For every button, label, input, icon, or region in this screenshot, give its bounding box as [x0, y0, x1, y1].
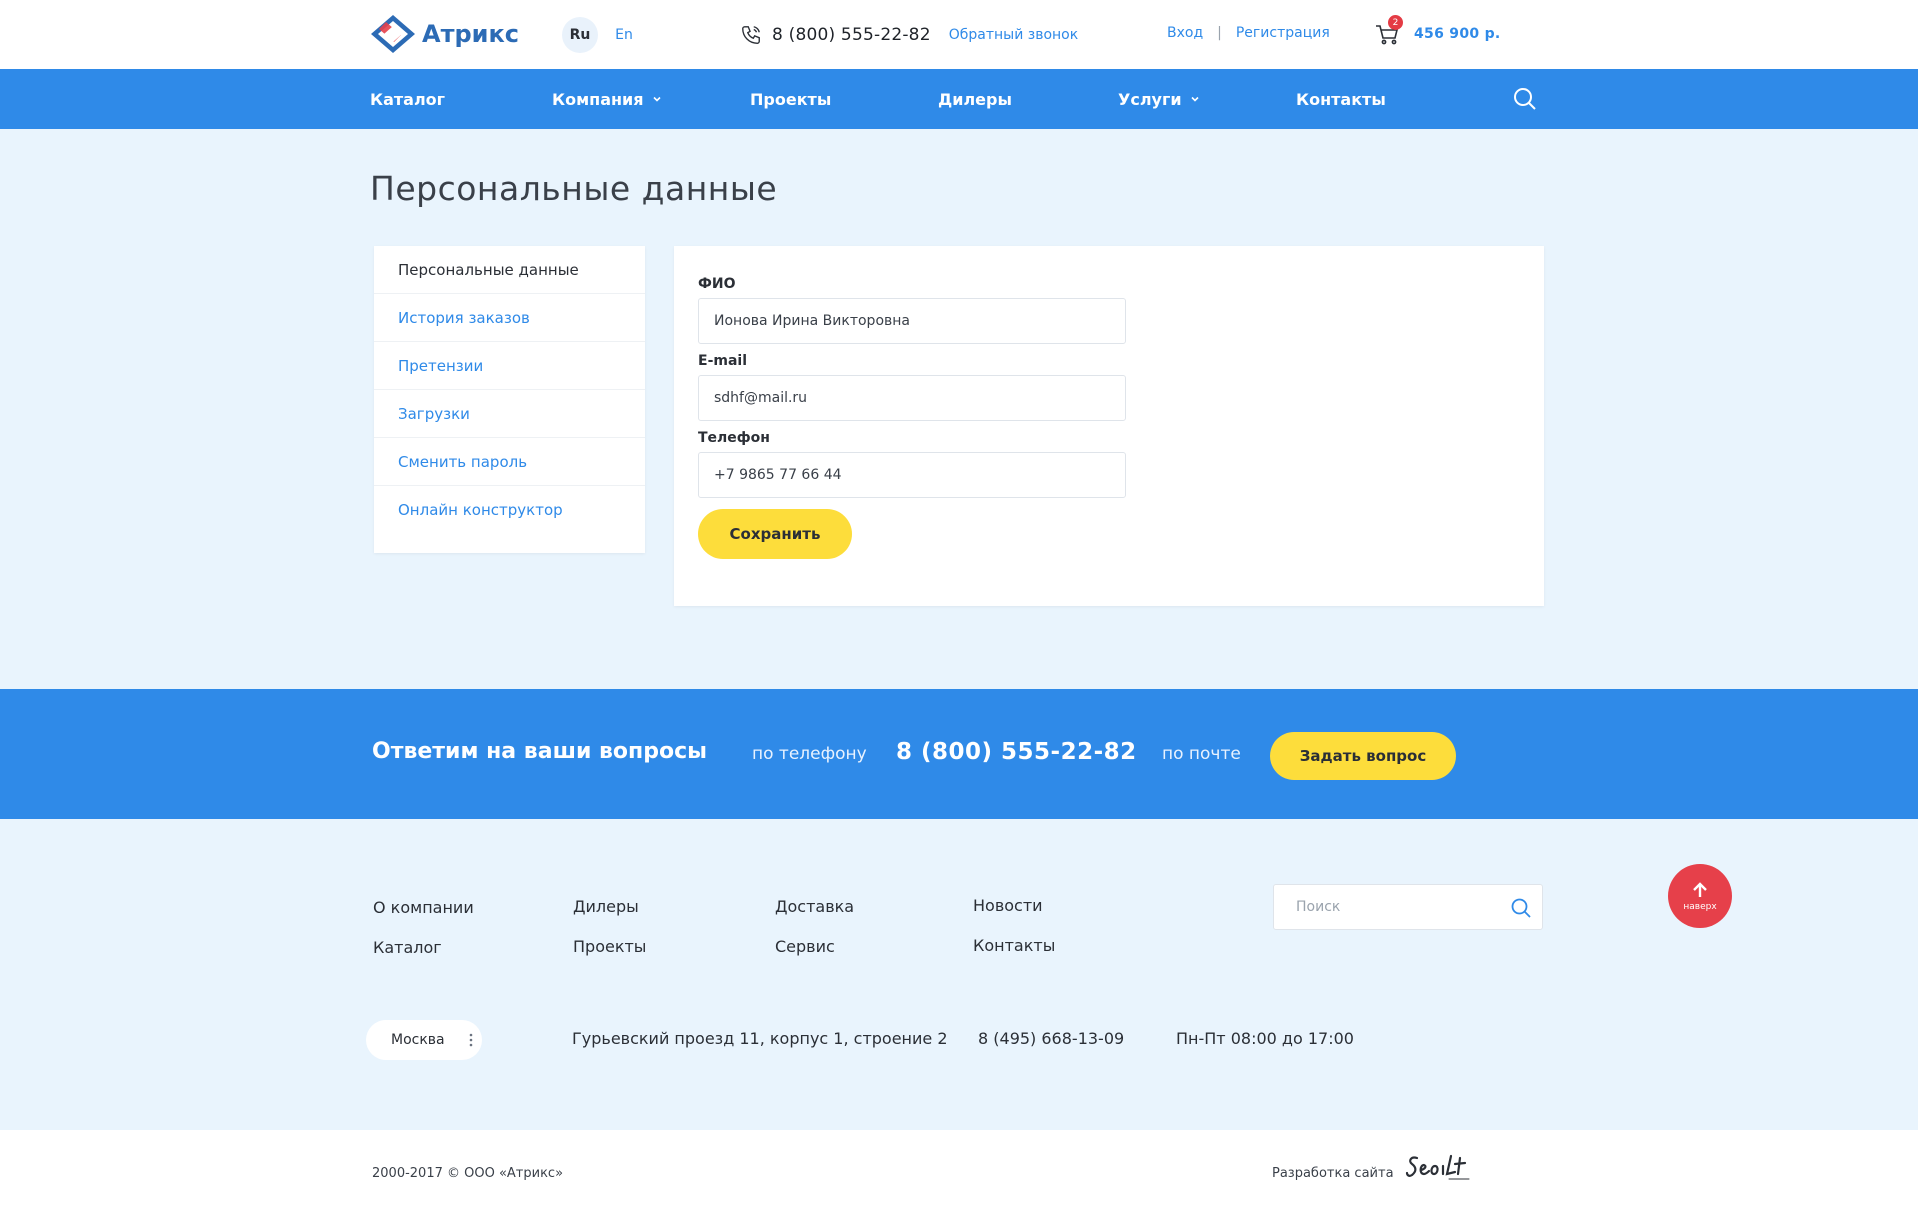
phone-icon — [742, 26, 760, 44]
cart-button[interactable]: 2 456 900 р. — [1374, 15, 1501, 50]
cart-count-badge: 2 — [1388, 15, 1403, 30]
nav-item-label: Компания — [552, 89, 644, 109]
nav-item-dealers[interactable]: Дилеры — [938, 69, 1012, 129]
logo-icon — [371, 15, 415, 53]
personal-data-form: ФИО E-mail Телефон Сохранить — [674, 246, 1544, 606]
sidebar-item-downloads[interactable]: Загрузки — [374, 390, 645, 438]
footer-link-about[interactable]: О компании — [373, 898, 474, 917]
developer-label: Разработка сайта — [1272, 1166, 1394, 1181]
fio-label: ФИО — [698, 276, 736, 292]
email-field[interactable] — [698, 375, 1126, 421]
nav-item-label: Проекты — [750, 89, 832, 109]
account-sidebar: Персональные данные История заказов Прет… — [374, 246, 645, 553]
more-vertical-icon — [469, 1033, 472, 1047]
callback-link[interactable]: Обратный звонок — [949, 27, 1078, 43]
nav-item-services[interactable]: Услуги — [1118, 69, 1200, 129]
nav-item-projects[interactable]: Проекты — [750, 69, 831, 129]
nav-item-contacts[interactable]: Контакты — [1296, 69, 1386, 129]
save-button[interactable]: Сохранить — [698, 509, 852, 559]
questions-title: Ответим на ваши вопросы — [372, 739, 708, 764]
auth-separator: | — [1217, 25, 1222, 41]
top-header: Атрикс Ru En 8 (800) 555-22-82 Обратный … — [0, 0, 1920, 69]
chevron-down-icon — [652, 96, 661, 102]
city-selector[interactable]: Москва — [366, 1020, 482, 1060]
nav-item-label: Услуги — [1118, 89, 1182, 109]
scroll-to-top-label: наверх — [1683, 902, 1717, 912]
footer-link-service[interactable]: Сервис — [775, 937, 835, 956]
nav-item-label: Каталог — [370, 89, 446, 109]
sidebar-item-claims[interactable]: Претензии — [374, 342, 645, 390]
logo-text: Атрикс — [422, 20, 519, 48]
footer-search — [1273, 884, 1543, 930]
header-phone-block: 8 (800) 555-22-82 Обратный звонок — [740, 20, 1078, 50]
footer-phone[interactable]: 8 (495) 668-13-09 — [978, 1029, 1124, 1048]
login-link[interactable]: Вход — [1167, 25, 1203, 41]
footer-link-news[interactable]: Новости — [973, 896, 1043, 915]
footer: О компании Каталог Дилеры Проекты Достав… — [0, 819, 1918, 1130]
lang-ru-button[interactable]: Ru — [562, 17, 598, 53]
footer-link-projects[interactable]: Проекты — [573, 937, 646, 956]
questions-band: Ответим на ваши вопросы по телефону 8 (8… — [0, 689, 1918, 819]
city-label: Москва — [391, 1032, 445, 1048]
questions-phone[interactable]: 8 (800) 555-22-82 — [896, 739, 1137, 765]
footer-address: Гурьевский проезд 11, корпус 1, строение… — [572, 1029, 948, 1048]
email-label: E-mail — [698, 353, 748, 369]
arrow-up-icon — [1693, 882, 1707, 897]
search-icon[interactable] — [1510, 897, 1532, 919]
nav-item-label: Контакты — [1296, 89, 1386, 109]
sidebar-item-order-history[interactable]: История заказов — [374, 294, 645, 342]
lang-en-button[interactable]: En — [604, 17, 644, 53]
by-mail-label: по почте — [1162, 744, 1241, 764]
nav-item-catalog[interactable]: Каталог — [370, 69, 445, 129]
footer-link-delivery[interactable]: Доставка — [775, 897, 854, 916]
chevron-down-icon — [1190, 96, 1199, 102]
sidebar-item-online-constructor[interactable]: Онлайн конструктор — [374, 486, 645, 534]
header-phone-number[interactable]: 8 (800) 555-22-82 — [772, 25, 931, 45]
main-nav: Каталог Компания Проекты Дилеры Услуги К… — [0, 69, 1918, 129]
nav-item-company[interactable]: Компания — [552, 69, 662, 129]
nav-item-label: Дилеры — [938, 89, 1012, 109]
phone-field[interactable] — [698, 452, 1126, 498]
by-phone-label: по телефону — [752, 744, 867, 764]
developer-logo[interactable] — [1405, 1152, 1473, 1184]
footer-link-contacts[interactable]: Контакты — [973, 936, 1055, 955]
scroll-to-top-button[interactable]: наверх — [1668, 864, 1732, 928]
fio-field[interactable] — [698, 298, 1126, 344]
auth-links: Вход | Регистрация — [1167, 25, 1330, 41]
ask-question-button[interactable]: Задать вопрос — [1270, 732, 1456, 780]
main-content: Персональные данные Персональные данные … — [0, 129, 1918, 689]
cart-icon-wrap: 2 — [1374, 15, 1403, 47]
logo[interactable]: Атрикс — [370, 14, 519, 54]
register-link[interactable]: Регистрация — [1236, 25, 1330, 41]
sidebar-item-personal-data[interactable]: Персональные данные — [374, 246, 645, 294]
page-title: Персональные данные — [370, 169, 778, 208]
copyright: 2000-2017 © ООО «Атрикс» — [372, 1166, 564, 1181]
search-icon[interactable] — [1512, 86, 1538, 112]
search-input[interactable] — [1274, 885, 1504, 929]
bottom-bar: 2000-2017 © ООО «Атрикс» Разработка сайт… — [0, 1130, 1920, 1211]
footer-link-catalog[interactable]: Каталог — [373, 938, 442, 957]
footer-link-dealers[interactable]: Дилеры — [573, 897, 639, 916]
phone-label: Телефон — [698, 430, 770, 446]
footer-hours: Пн-Пт 08:00 до 17:00 — [1176, 1029, 1354, 1048]
cart-sum: 456 900 р. — [1414, 26, 1501, 42]
sidebar-item-change-password[interactable]: Сменить пароль — [374, 438, 645, 486]
